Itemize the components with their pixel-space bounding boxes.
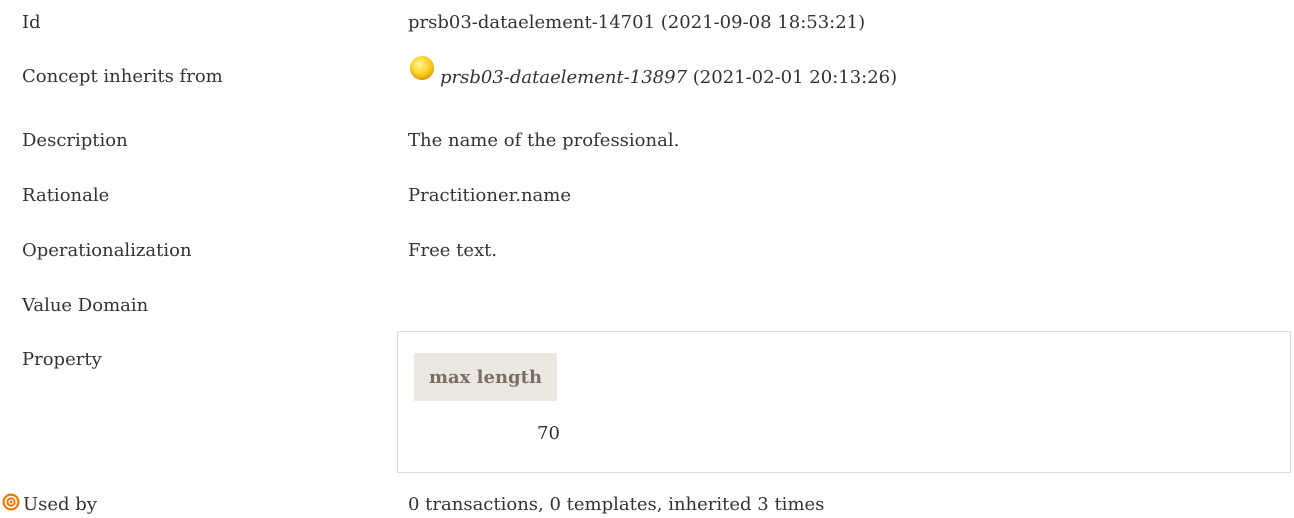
used-by-label: Used by: [23, 494, 97, 515]
yellow-circle-icon: [410, 56, 434, 80]
rationale-value: Practitioner.name: [408, 185, 571, 206]
property-header-max-length: max length: [414, 353, 557, 401]
property-value-max-length: 70: [537, 423, 560, 444]
inherits-date: (2021-02-01 20:13:26): [687, 67, 898, 88]
operationalization-value: Free text.: [408, 240, 498, 261]
inherits-value: prsb03-dataelement-13897 (2021-02-01 20:…: [410, 56, 898, 90]
used-by-value: 0 transactions, 0 templates, inherited 3…: [408, 494, 825, 515]
operationalization-label: Operationalization: [22, 240, 192, 261]
inherits-label: Concept inherits from: [22, 66, 223, 87]
used-by-label-wrap[interactable]: Used by: [2, 493, 97, 515]
id-value: prsb03-dataelement-14701 (2021-09-08 18:…: [408, 12, 866, 33]
value-domain-label: Value Domain: [22, 295, 149, 316]
inherits-link[interactable]: prsb03-dataelement-13897: [440, 67, 687, 88]
description-value: The name of the professional.: [408, 130, 680, 151]
description-label: Description: [22, 130, 128, 151]
id-label: Id: [22, 12, 41, 33]
property-label: Property: [22, 349, 102, 370]
rationale-label: Rationale: [22, 185, 110, 206]
property-table: max length 70: [397, 331, 1291, 473]
target-icon: [2, 493, 20, 511]
